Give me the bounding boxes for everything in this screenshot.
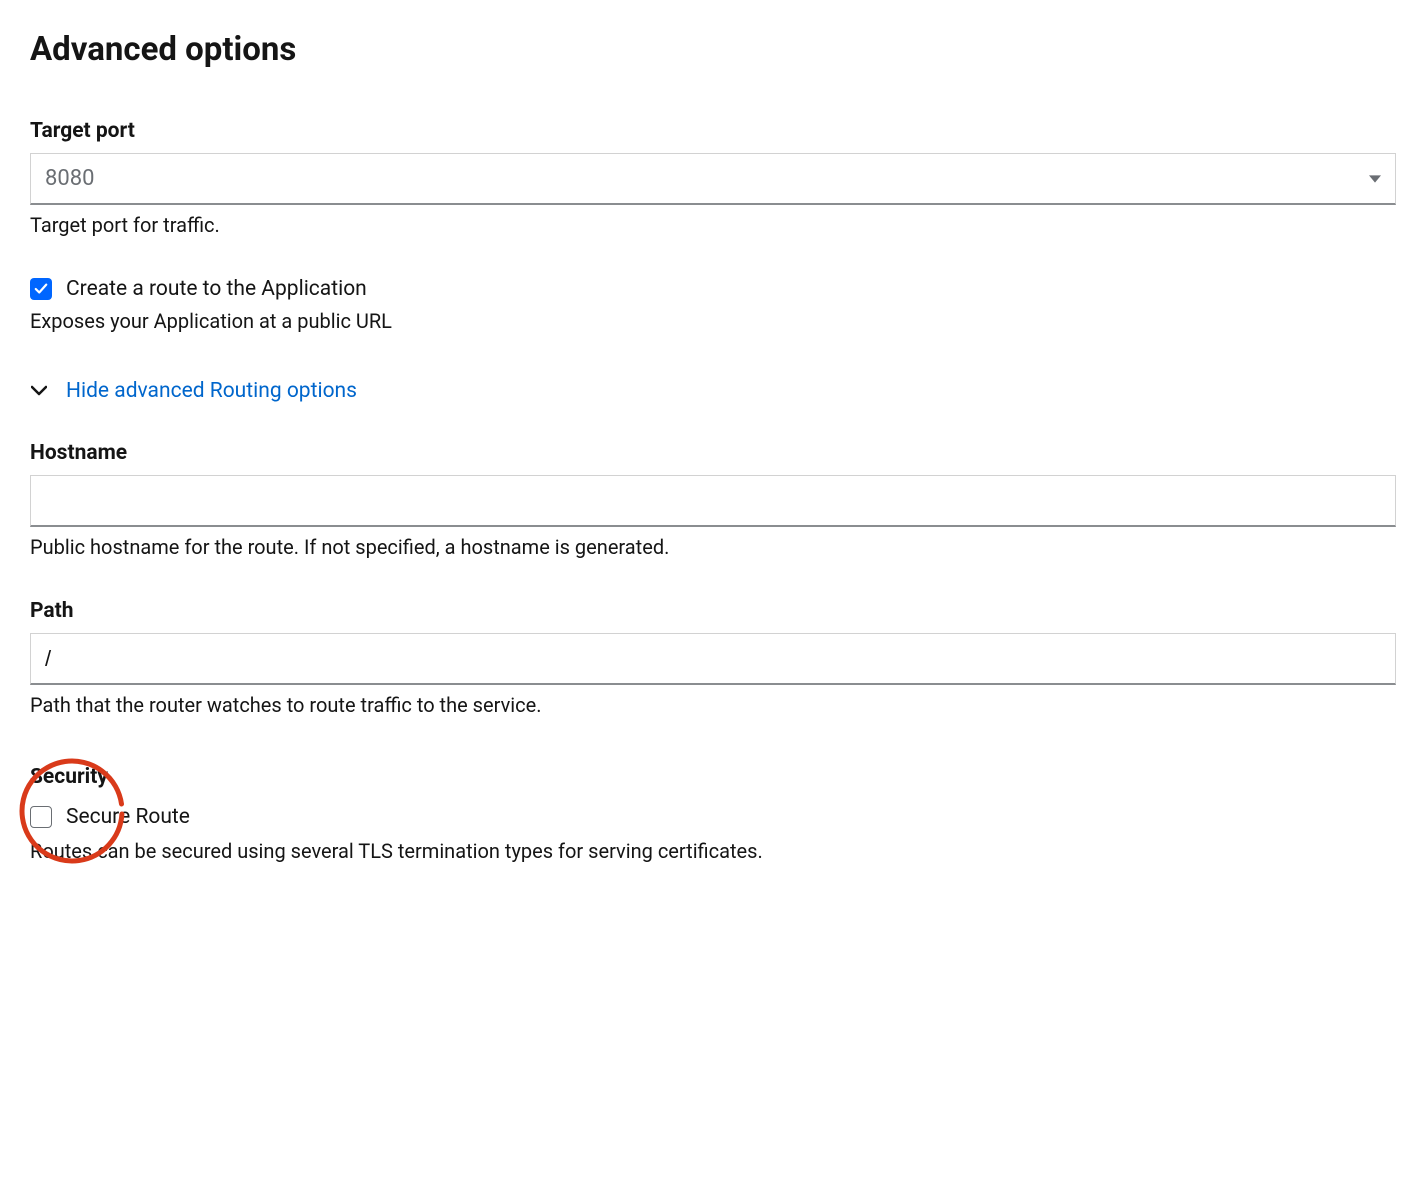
security-label: Security [30,765,1396,789]
path-help: Path that the router watches to route tr… [30,693,1396,717]
path-label: Path [30,599,1396,623]
create-route-checkbox[interactable] [30,278,52,300]
target-port-help: Target port for traffic. [30,213,1396,237]
hostname-label: Hostname [30,441,1396,465]
path-input[interactable] [30,633,1396,685]
path-group: Path Path that the router watches to rou… [30,599,1396,717]
page-title: Advanced options [30,30,1396,69]
create-route-label: Create a route to the Application [66,277,367,301]
target-port-dropdown[interactable]: 8080 [30,153,1396,205]
target-port-value: 8080 [45,166,94,191]
hostname-input[interactable] [30,475,1396,527]
chevron-down-icon [30,382,48,400]
target-port-group: Target port 8080 Target port for traffic… [30,119,1396,237]
secure-route-help: Routes can be secured using several TLS … [30,839,1396,863]
hostname-group: Hostname Public hostname for the route. … [30,441,1396,559]
caret-down-icon [1369,171,1381,187]
hostname-help: Public hostname for the route. If not sp… [30,535,1396,559]
secure-route-label: Secure Route [66,805,190,829]
create-route-group: Create a route to the Application Expose… [30,277,1396,333]
target-port-label: Target port [30,119,1396,143]
security-group: Security Secure Route Routes can be secu… [30,765,1396,863]
toggle-routing-link[interactable]: Hide advanced Routing options [66,379,357,403]
create-route-help: Exposes your Application at a public URL [30,309,1396,333]
secure-route-checkbox[interactable] [30,806,52,828]
toggle-routing-row[interactable]: Hide advanced Routing options [30,379,1396,403]
